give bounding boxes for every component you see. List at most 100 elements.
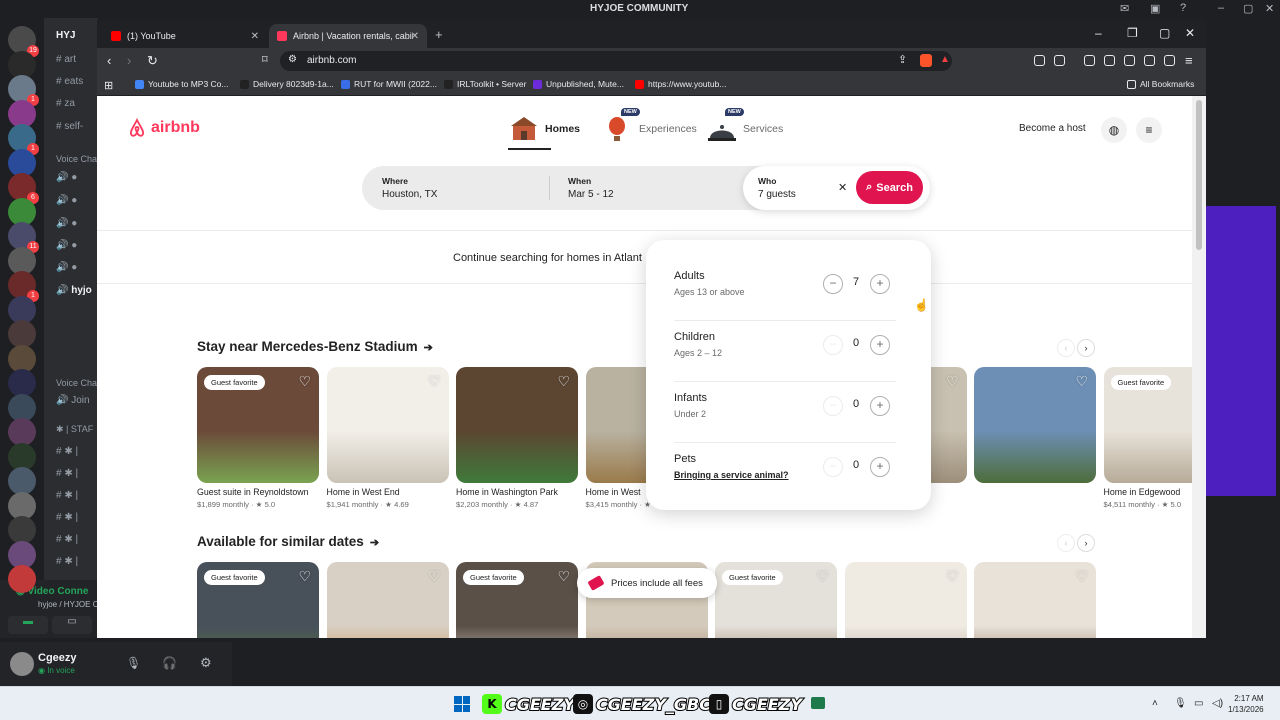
where-field[interactable]: Where Houston, TX bbox=[382, 166, 542, 210]
close-tab-icon[interactable]: ✕ bbox=[411, 31, 419, 42]
listing-photo[interactable]: ♡ bbox=[326, 562, 449, 638]
windows-start-icon[interactable] bbox=[454, 696, 470, 712]
globe-icon[interactable]: ◍ bbox=[1101, 117, 1127, 143]
carousel-next-button[interactable]: › bbox=[1077, 339, 1095, 357]
channel-item[interactable]: # art bbox=[56, 54, 76, 65]
server-icon[interactable]: 11 bbox=[8, 222, 39, 253]
listing-card[interactable]: ♡ bbox=[326, 562, 449, 638]
voice-channel-active[interactable]: 🔊 hyjo bbox=[56, 285, 92, 296]
when-field[interactable]: When Mar 5 - 12 bbox=[568, 166, 728, 210]
server-icon[interactable]: 1 bbox=[8, 75, 39, 106]
heart-icon[interactable]: ♡ bbox=[298, 373, 311, 390]
server-icon[interactable]: 6 bbox=[8, 173, 39, 204]
camera-button[interactable]: ▬ bbox=[8, 616, 48, 634]
volume-icon[interactable]: ◁) bbox=[1212, 698, 1223, 709]
increment-button[interactable]: + bbox=[870, 335, 890, 355]
menu-icon[interactable]: ≡ bbox=[1185, 53, 1193, 68]
voice-channel[interactable]: 🔊 ● bbox=[56, 218, 77, 229]
bookmark-item[interactable]: IRLToolkit • Server bbox=[444, 79, 526, 89]
settings-gear-icon[interactable]: ⚙ bbox=[200, 655, 212, 671]
bookmark-item[interactable]: Delivery 8023d9-1a... bbox=[240, 79, 334, 89]
minimize-window-icon[interactable]: – bbox=[1095, 26, 1102, 40]
server-icon[interactable] bbox=[8, 516, 36, 544]
voice-channel[interactable]: 🔊 ● bbox=[56, 262, 77, 273]
bookmark-item[interactable]: https://www.youtub... bbox=[635, 79, 726, 89]
listing-card[interactable]: ♡ bbox=[844, 562, 967, 638]
listing-card[interactable]: Guest favorite ♡ bbox=[456, 562, 578, 638]
listing-photo[interactable]: ♡ bbox=[326, 367, 449, 483]
restore-window-icon[interactable]: ▢ bbox=[1159, 26, 1170, 40]
channel-item[interactable]: # za bbox=[56, 98, 75, 109]
maximize-icon[interactable]: ▢ bbox=[1243, 2, 1253, 15]
listing-photo[interactable]: ♡ bbox=[974, 367, 1096, 483]
voice-channel[interactable]: 🔊 ● bbox=[56, 172, 77, 183]
minimize-icon[interactable]: – bbox=[1218, 2, 1224, 14]
heart-icon[interactable]: ♡ bbox=[428, 373, 441, 390]
close-icon[interactable]: ✕ bbox=[1265, 2, 1274, 15]
network-icon[interactable]: ▭ bbox=[1194, 698, 1203, 709]
scrollbar-thumb[interactable] bbox=[1196, 100, 1202, 250]
help-icon[interactable]: ? bbox=[1180, 2, 1186, 14]
avatar[interactable] bbox=[10, 652, 34, 676]
decrement-button[interactable]: − bbox=[823, 274, 843, 294]
server-icon[interactable]: 19 bbox=[8, 26, 39, 57]
address-bar[interactable]: ⚙ airbnb.com ⇪ ▲ bbox=[280, 51, 952, 71]
server-icon[interactable] bbox=[8, 418, 36, 446]
channel-item[interactable]: # self- bbox=[56, 121, 83, 132]
search-button[interactable]: ⌕ Search bbox=[856, 171, 923, 204]
close-tab-icon[interactable]: ✕ bbox=[251, 31, 259, 42]
chevron-up-icon[interactable]: ˄ bbox=[1152, 698, 1158, 709]
listing-card[interactable]: ♡ bbox=[974, 367, 1096, 483]
heart-icon[interactable]: ♡ bbox=[1075, 568, 1088, 585]
tab-airbnb[interactable]: Airbnb | Vacation rentals, cabins... ✕ bbox=[269, 24, 427, 48]
brave-rewards-icon[interactable]: ▲ bbox=[940, 54, 950, 65]
listing-photo[interactable]: ♡ bbox=[456, 367, 578, 483]
listing-card[interactable]: Guest favorite ♡ bbox=[715, 562, 837, 638]
listing-card[interactable]: Guest favorite♡ Home in Edgewood $4,511 mo… bbox=[1103, 367, 1206, 509]
section-title-similar-dates[interactable]: Available for similar dates ➔ bbox=[197, 534, 379, 549]
decrement-button[interactable]: − bbox=[823, 335, 843, 355]
listing-card[interactable]: ♡ bbox=[974, 562, 1096, 638]
become-host-link[interactable]: Become a host bbox=[1019, 123, 1086, 134]
back-icon[interactable]: ‹ bbox=[107, 53, 111, 68]
channel-item[interactable]: # ✱ | bbox=[56, 490, 78, 501]
channel-item[interactable]: # ✱ | bbox=[56, 534, 78, 545]
inbox-icon[interactable]: ✉ bbox=[1120, 2, 1129, 15]
channel-item[interactable]: # ✱ | bbox=[56, 468, 78, 479]
channel-item[interactable]: # eats bbox=[56, 76, 83, 87]
airbnb-logo[interactable]: airbnb bbox=[127, 118, 200, 138]
system-clock[interactable]: 2:17 AM 1/13/2026 bbox=[1228, 693, 1264, 715]
prices-include-fees-pill[interactable]: Prices include all fees bbox=[577, 568, 717, 598]
section-title-stay-near[interactable]: Stay near Mercedes-Benz Stadium ➔ bbox=[197, 339, 433, 354]
forward-icon[interactable]: › bbox=[127, 53, 131, 68]
vpn-icon[interactable] bbox=[1164, 55, 1175, 66]
nav-services[interactable]: NEW Services bbox=[707, 108, 783, 142]
bookmark-item[interactable]: RUT for MWII (2022... bbox=[341, 79, 437, 89]
heart-icon[interactable]: ♡ bbox=[298, 568, 311, 585]
staff-category[interactable]: ✱ | STAF bbox=[56, 424, 93, 435]
heart-icon[interactable]: ♡ bbox=[946, 568, 959, 585]
reload-icon[interactable]: ↻ bbox=[147, 53, 158, 69]
extension-icon[interactable] bbox=[1034, 55, 1045, 66]
listing-photo[interactable]: Guest favorite ♡ bbox=[715, 562, 837, 638]
screen-icon[interactable]: ▣ bbox=[1150, 2, 1160, 15]
extension-icon[interactable] bbox=[1054, 55, 1065, 66]
headphones-icon[interactable]: 🎧 bbox=[162, 656, 177, 670]
voice-category[interactable]: Voice Cha bbox=[56, 378, 97, 388]
voice-channel[interactable]: 🔊 ● bbox=[56, 195, 77, 206]
server-icon[interactable]: 1 bbox=[8, 271, 39, 302]
carousel-prev-button[interactable]: ‹ bbox=[1057, 339, 1075, 357]
server-icon[interactable] bbox=[8, 320, 36, 348]
continue-searching-banner[interactable]: Continue searching for homes in Atlant bbox=[97, 232, 1192, 284]
decrement-button[interactable]: − bbox=[823, 396, 843, 416]
listing-photo[interactable]: ♡ bbox=[974, 562, 1096, 638]
service-animal-link[interactable]: Bringing a service animal? bbox=[674, 470, 789, 480]
increment-button[interactable]: + bbox=[870, 457, 890, 477]
channel-item[interactable]: # ✱ | bbox=[56, 512, 78, 523]
close-window-icon[interactable]: ✕ bbox=[1185, 26, 1195, 40]
listing-photo[interactable]: Guest favorite ♡ bbox=[456, 562, 578, 638]
share-icon[interactable]: ⇪ bbox=[898, 53, 907, 66]
carousel-prev-button[interactable]: ‹ bbox=[1057, 534, 1075, 552]
heart-icon[interactable]: ♡ bbox=[557, 373, 570, 390]
heart-icon[interactable]: ♡ bbox=[946, 373, 959, 390]
